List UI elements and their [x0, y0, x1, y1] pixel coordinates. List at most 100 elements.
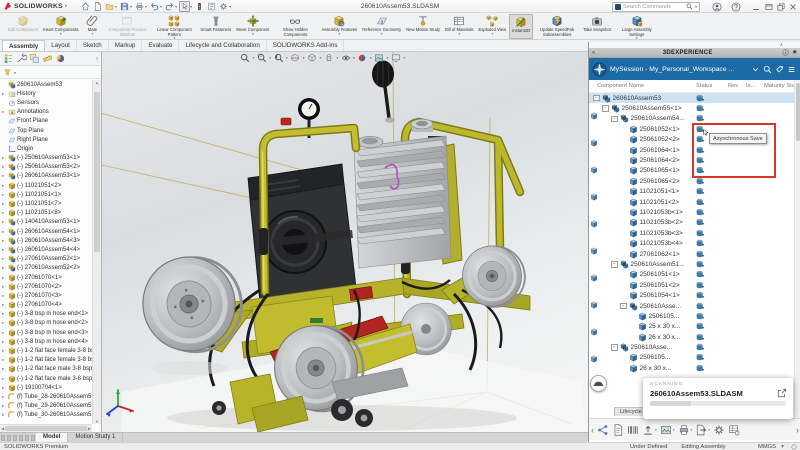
toolbar-next-icon[interactable]: ›: [796, 424, 799, 436]
toolbar-tablegear-button[interactable]: [728, 424, 740, 436]
dx-tree-row[interactable]: 26 x 30 x...: [589, 332, 794, 342]
dx-tree-row[interactable]: − 250610Assem55<1>: [589, 103, 794, 113]
cm-show-hidden-components-button[interactable]: Show Hidden Components: [272, 14, 318, 39]
feature-tree-item[interactable]: ▸(-) 270610Assem52<1>: [0, 255, 92, 264]
tab-solidworks-add-ins[interactable]: SOLIDWORKS Add-Ins: [267, 40, 345, 51]
3d-model-canvas[interactable]: [102, 52, 588, 432]
rebuild-button[interactable]: [194, 1, 205, 12]
feature-tree-item[interactable]: ▸(-) 11021051<8>: [0, 209, 92, 218]
feature-tree-item[interactable]: ▸(-) 1-2 flat face female 3-8 bsp f<1: [0, 346, 92, 355]
dx-tree-row[interactable]: 2506105...: [589, 311, 794, 321]
feature-tree-item[interactable]: ▸(-) 27061070<1>: [0, 273, 92, 282]
search-input[interactable]: Search Commands: [623, 4, 684, 10]
dx-tree-row[interactable]: 25061054<1>: [589, 290, 794, 300]
toolbar-gear2-button[interactable]: [713, 424, 725, 436]
feature-tree-item[interactable]: ▸(-) 3-8 bsp m hose end<1>: [0, 310, 92, 319]
column-header-is[interactable]: Is...: [746, 83, 755, 89]
restore-button[interactable]: [776, 2, 786, 12]
undo-dropdown-caret[interactable]: ▾: [160, 4, 162, 9]
filter-icon[interactable]: [3, 68, 12, 77]
toolbar-print2-button[interactable]: [678, 424, 690, 436]
dx-tree-row[interactable]: 11021053b<1>: [589, 207, 794, 217]
cm-exploded-view-button[interactable]: Exploded View ▾: [477, 14, 509, 39]
units-caret[interactable]: ▾: [781, 444, 784, 450]
feature-tree-item[interactable]: ▸(f) Tube_30-260610Assem53<1>: [0, 411, 92, 420]
home-button[interactable]: [80, 1, 91, 12]
dx-tree-row[interactable]: − 250610Assem51...: [589, 259, 794, 269]
dx-tree-row[interactable]: − 260610Assem53: [589, 93, 794, 103]
cm-insert-components-button[interactable]: Insert Components ▾: [41, 14, 80, 39]
feature-tree-item[interactable]: ▸(-) 260610Assem54<3>: [0, 236, 92, 245]
redo-dropdown-caret[interactable]: ▾: [175, 4, 177, 9]
feature-tree-item[interactable]: ▸(f) Tube_29-260610Assem53<1>: [0, 402, 92, 411]
cm-assembly-features-button[interactable]: Assembly Features ▾: [319, 14, 359, 39]
dx-tree-row[interactable]: − 250610Asse...: [589, 301, 794, 311]
feature-tree-item[interactable]: ▸(-) 270610Assem52<2>: [0, 264, 92, 273]
file-properties-button[interactable]: [206, 1, 217, 12]
cm-linear-component-pattern-button[interactable]: Linear Component Pattern ▾: [151, 14, 197, 39]
toolbar-export2-button[interactable]: [695, 424, 707, 436]
new-document-button[interactable]: [92, 1, 103, 12]
help-icon[interactable]: [731, 2, 741, 12]
panel-vertical-scrollbar[interactable]: [794, 80, 800, 440]
cm-mate-button[interactable]: Mate ▾: [81, 14, 103, 39]
cm-new-motion-study-button[interactable]: New Motion Study: [404, 14, 442, 39]
feature-tree-item[interactable]: ▸Annotations: [0, 108, 92, 117]
hud-scene-button[interactable]: [374, 53, 384, 63]
dx-tree-row[interactable]: 27061062<1>: [589, 249, 794, 259]
feature-tree-item[interactable]: ▸(-) 27061070<3>: [0, 291, 92, 300]
select-button[interactable]: [179, 1, 190, 12]
expand-toggle[interactable]: −: [620, 303, 627, 310]
dx-tree-row[interactable]: 25061051<2>: [589, 280, 794, 290]
expand-toggle[interactable]: −: [611, 261, 618, 268]
tab-lifecycle-and-collaboration[interactable]: Lifecycle and Collaboration: [179, 40, 266, 51]
status-circle-icon[interactable]: [791, 444, 797, 450]
feature-tree-item[interactable]: ▸(-) 27061070<2>: [0, 282, 92, 291]
tab-assembly[interactable]: Assembly: [2, 40, 45, 51]
toolbar-share-button[interactable]: [597, 424, 609, 436]
feature-tree-item[interactable]: Right Plane: [0, 135, 92, 144]
scrollbar-thumb[interactable]: [5, 426, 87, 431]
scrollbar-thumb[interactable]: [94, 92, 100, 252]
feature-tree-item[interactable]: Top Plane: [0, 126, 92, 135]
3dexperience-compass-icon[interactable]: [592, 62, 607, 77]
dx-tree-row[interactable]: 26 x 30 x...: [589, 363, 794, 373]
user-account-icon[interactable]: [712, 2, 722, 12]
redo-button[interactable]: [164, 1, 175, 12]
feature-tree-root[interactable]: 260610Assem53: [0, 80, 92, 89]
dx-tree-row[interactable]: 2506105...: [589, 353, 794, 363]
filter-caret[interactable]: ▾: [14, 70, 16, 75]
feature-tree-item[interactable]: ▸(-) 3-8 bsp m hose end<2>: [0, 319, 92, 328]
toolbar-docreport-button[interactable]: [612, 424, 624, 436]
panel-tab-propertymanager[interactable]: [16, 53, 27, 64]
expand-toggle[interactable]: −: [602, 105, 609, 112]
feature-tree-item[interactable]: ▸(-) 3-8 bsp m hose end<3>: [0, 328, 92, 337]
print-dropdown-caret[interactable]: ▾: [145, 4, 147, 9]
toolbar-barcode-button[interactable]: [627, 424, 639, 436]
graphics-viewport[interactable]: ▾▾▾▾▾▾▾▾▾▾: [102, 52, 588, 432]
feature-tree-item[interactable]: Front Plane: [0, 117, 92, 126]
scrollbar-thumb[interactable]: [796, 83, 800, 141]
feature-tree-item[interactable]: ▸(-) 260610Assem54<1>: [0, 227, 92, 236]
dx-tree-row[interactable]: 25061051<1>: [589, 270, 794, 280]
dx-tree-row[interactable]: 11021053b<4>: [589, 238, 794, 248]
save-dropdown-caret[interactable]: ▾: [130, 4, 132, 9]
cm-smart-fasteners-button[interactable]: Smart Fasteners: [198, 14, 233, 39]
hud-hideshow-button[interactable]: [341, 53, 351, 63]
hud-dstyle-button[interactable]: [324, 53, 334, 63]
dx-tree-row[interactable]: − 250610Asse...: [589, 342, 794, 352]
cm-edit-component-button[interactable]: Edit Component: [6, 14, 40, 39]
tab-evaluate[interactable]: Evaluate: [142, 40, 179, 51]
feature-tree-item[interactable]: ▸(-) 19100704<1>: [0, 383, 92, 392]
column-header-component-name[interactable]: Component Name: [597, 83, 644, 89]
print-button[interactable]: [134, 1, 145, 12]
hud-zoomarea-button[interactable]: [257, 53, 267, 63]
feature-tree-filter[interactable]: ▾: [0, 66, 101, 79]
feature-tree-item[interactable]: ▸(-) 3-8 bsp m hose end<4>: [0, 337, 92, 346]
panel-tab-configurationmanager[interactable]: [29, 53, 40, 64]
panel-tab-featuremanager[interactable]: [3, 53, 14, 64]
search-icon[interactable]: [686, 3, 693, 10]
tab-markup[interactable]: Markup: [109, 40, 143, 51]
tag-icon[interactable]: [775, 65, 784, 74]
column-header-rev[interactable]: Rev: [728, 83, 738, 89]
